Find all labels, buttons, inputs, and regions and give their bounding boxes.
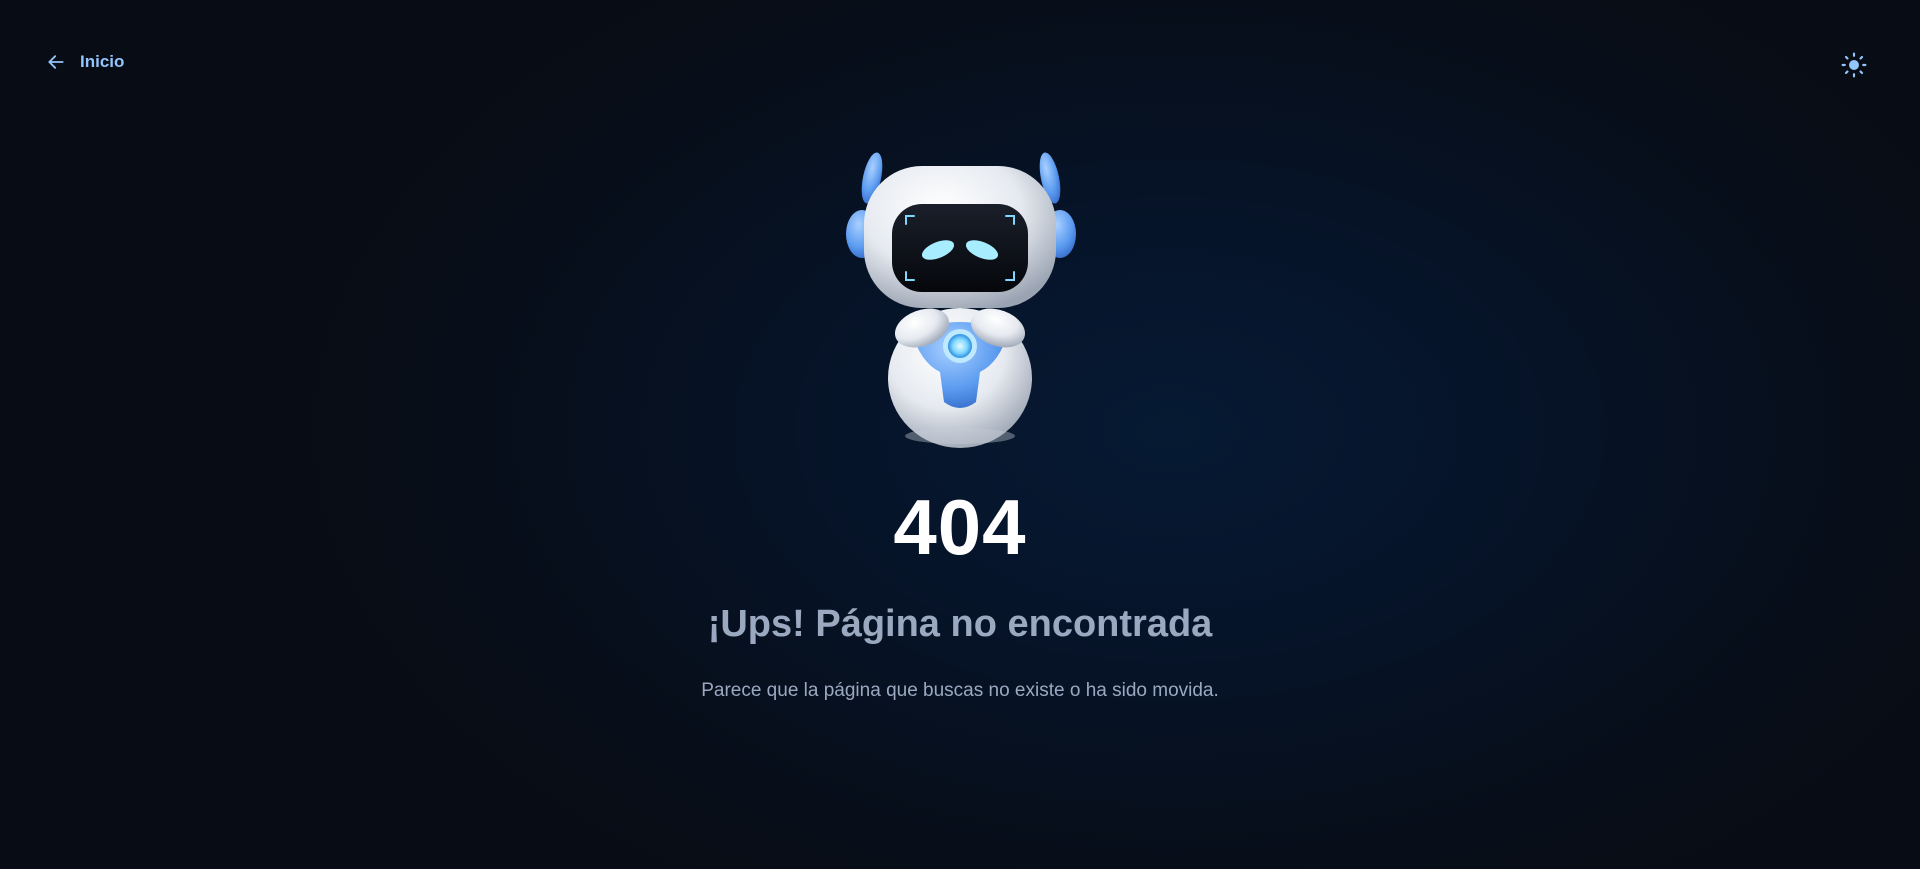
back-link-label: Inicio — [80, 52, 125, 71]
sun-icon — [1841, 52, 1867, 78]
theme-toggle-button[interactable] — [1840, 51, 1868, 79]
error-content: 404 ¡Ups! Página no encontrada Parece qu… — [0, 150, 1920, 703]
error-message: Parece que la página que buscas no exist… — [701, 679, 1219, 701]
top-bar: Inicio — [0, 0, 1920, 130]
arrow-left-icon — [48, 55, 64, 69]
error-code: 404 — [893, 483, 1027, 571]
error-title: ¡Ups! Página no encontrada — [707, 603, 1213, 645]
home-back-link[interactable]: Inicio — [46, 52, 124, 72]
robot-illustration — [846, 152, 1076, 448]
